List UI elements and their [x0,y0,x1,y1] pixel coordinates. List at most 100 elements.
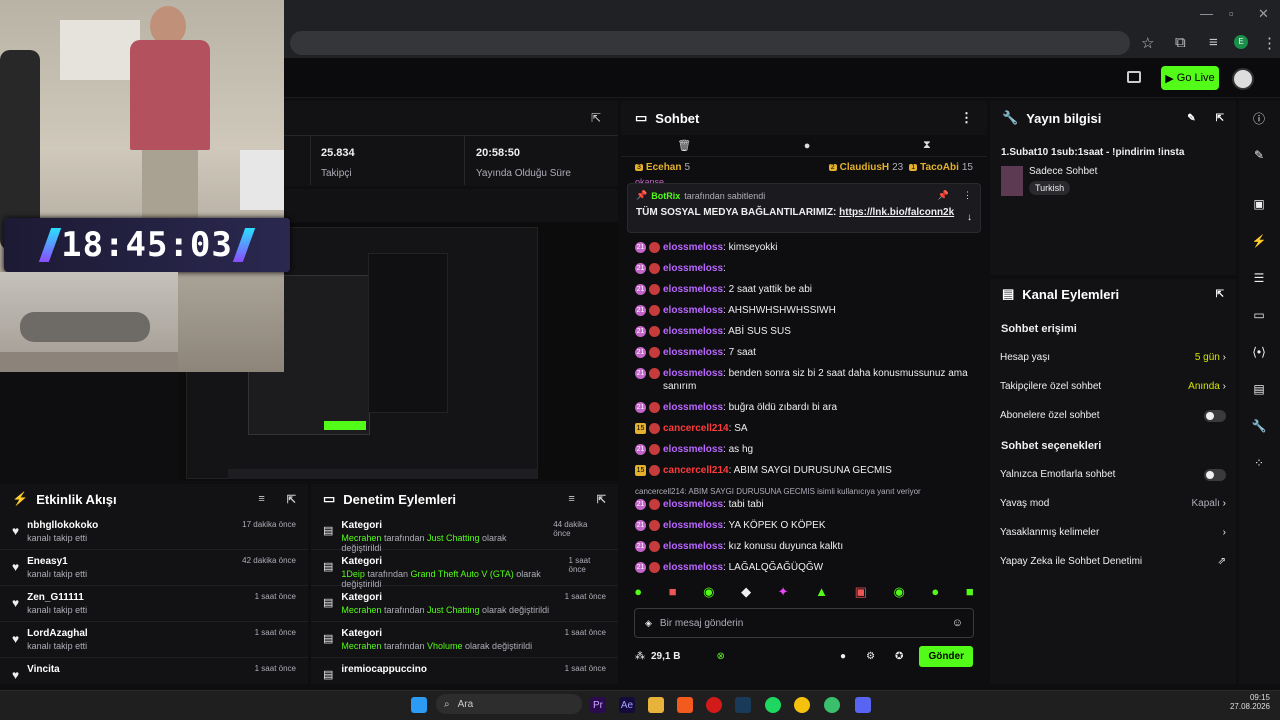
list-item[interactable]: ♥ Zen_G11111 kanalı takip etti 1 saat önce [0,586,308,622]
popout-icon[interactable]: ⇱ [1216,113,1224,124]
emote-only-toggle[interactable] [1204,468,1226,481]
bookmark-star-icon[interactable]: ☆ [1141,34,1154,52]
list-item[interactable]: ♥ LordAzaghal kanalı takip etti 1 saat önce [0,622,308,658]
avatar[interactable] [1232,68,1254,90]
hourglass-icon[interactable]: ⧗ [923,139,931,152]
chat-username[interactable]: elossmeloss [663,499,723,510]
chat-username[interactable]: elossmeloss [663,402,723,413]
chat-username[interactable]: cancercell214 [663,423,729,434]
list-icon[interactable]: ☰ [1249,268,1269,288]
chat-username[interactable]: elossmeloss [663,541,723,552]
media-controls-icon[interactable]: ≡ [1209,34,1218,51]
trash-icon[interactable]: 🗑 [677,139,691,152]
menu-kebab-icon[interactable]: ⋮ [1262,34,1277,52]
chat-input[interactable]: ◈ Bir mesaj gönderin ☺ [634,608,974,638]
chat-username[interactable]: elossmeloss [663,562,723,573]
chat-message[interactable]: 21 elossmeloss: 7 saat [621,346,987,359]
chat-username[interactable]: elossmeloss [663,444,723,455]
gear-icon[interactable]: ⚙ [866,651,875,662]
chat-message[interactable]: 21 elossmeloss: AHSHWHSHWHSSIWH [621,304,987,317]
chat-username[interactable]: elossmeloss [663,326,723,337]
premiere-icon[interactable]: Pr [590,697,606,713]
chat-menu-icon[interactable]: ⋮ [960,110,973,126]
pinned-menu-icon[interactable]: ⋮ [963,190,972,201]
discord-icon[interactable] [855,697,871,713]
chat-message[interactable]: 21 elossmeloss: buğra öldü zıbardı bi ara [621,401,987,414]
go-live-button[interactable]: ▶ Go Live [1161,66,1219,90]
gifter[interactable]: 2 ClaudiusH 23 [828,162,903,173]
unpin-icon[interactable]: 📌 [938,190,949,201]
chat-bubble-icon[interactable]: ● [804,140,811,152]
slow-mode-row[interactable]: Yavaş mod Kapalı › [990,489,1236,518]
close-icon[interactable]: ✕ [1258,6,1269,22]
minimize-icon[interactable]: — [1200,6,1213,21]
list-item[interactable]: ▤ iremiocappuccino 1 saat önce [311,658,618,694]
chat-message[interactable]: 21 elossmeloss: YA KÖPEK O KÖPEK [621,519,987,532]
broadcast-icon[interactable]: ⟨•⟩ [1249,342,1269,362]
popout-icon[interactable]: ⇱ [287,493,296,506]
list-item[interactable]: ▤ Kategori Mecrahen tarafından Vholume ola… [311,622,618,658]
gifter[interactable]: 1 TacoAbi 15 [909,162,973,173]
mod-tool-icon[interactable]: ✪ [895,651,903,662]
chat-icon[interactable]: ▭ [1249,305,1269,325]
ai-moderation-row[interactable]: Yapay Zeka ile Sohbet Denetimi ⇗ [990,547,1236,576]
chat-message[interactable]: 15 cancercell214: ABIM SAYGI DURUSUNA GEC… [621,464,987,477]
chat-message[interactable]: 21 elossmeloss: tabi tabi [621,498,987,511]
windows-start-icon[interactable] [411,697,427,713]
spotify-icon[interactable] [765,697,781,713]
send-button[interactable]: Gönder [919,645,973,667]
wrench-icon[interactable]: 🔧 [1249,416,1269,436]
followers-only-row[interactable]: Takipçilere özel sohbet Anında › [990,372,1236,401]
restore-icon[interactable]: ▫ [1229,6,1234,21]
gifter[interactable]: 3 Ecehan 5 [635,162,690,173]
folder-icon[interactable] [648,697,664,713]
after-effects-icon[interactable]: Ae [619,697,635,713]
chat-message[interactable]: 21 elossmeloss: benden sonra siz bi 2 saa… [621,367,987,393]
pencil-icon[interactable]: ✎ [1249,145,1269,165]
chat-username[interactable]: elossmeloss [663,305,723,316]
chat-message[interactable]: 21 elossmeloss: LAĞALQĞAĞÜQĞW [621,561,987,574]
chrome-profile-icon[interactable] [824,697,840,713]
channel-icon[interactable]: ▤ [1249,379,1269,399]
popout-icon[interactable]: ⇱ [1216,289,1224,300]
address-bar[interactable] [290,31,1130,55]
chat-username[interactable]: elossmeloss [663,347,723,358]
chat-message[interactable]: 15 cancercell214: SA [621,422,987,435]
chrome-icon[interactable] [794,697,810,713]
chat-username[interactable]: elossmeloss [663,284,723,295]
filter-icon[interactable]: ≡ [258,493,264,505]
banned-words-row[interactable]: Yasaklanmış kelimeler › [990,518,1236,547]
pinned-link[interactable]: https://lnk.bio/falconn2k [839,207,954,218]
emote-bar[interactable]: ● ■ ◉ ◆ ✦ ▲ ▣ ◉ ● ■ [621,584,987,600]
apps-icon[interactable]: ⁘ [1249,453,1269,473]
taskbar-search[interactable]: ⌕ Ara [436,694,582,714]
chat-message[interactable]: 21 elossmeloss: kız konusu duyunca kalktı [621,540,987,553]
chat-username[interactable]: cancercell214 [663,465,729,476]
subs-only-toggle[interactable] [1204,409,1226,422]
chat-message[interactable]: 21 elossmeloss: [621,262,987,275]
lightning-icon[interactable]: ⚡ [1249,231,1269,251]
list-item[interactable]: ♥ Vincita 1 saat önce [0,658,308,694]
chat-message[interactable]: 21 elossmeloss: kimseyokki [621,241,987,254]
account-age-row[interactable]: Hesap yaşı 5 gün › [990,343,1236,372]
expand-chevron-icon[interactable]: ↓ [967,212,972,223]
chat-username[interactable]: elossmeloss [663,368,723,379]
popout-icon[interactable]: ⇱ [597,493,606,506]
emoji-icon[interactable]: ☺ [952,617,963,629]
filter-icon[interactable]: ≡ [568,493,574,505]
edit-icon[interactable]: ✎ [1187,113,1195,124]
extensions-icon[interactable]: ⧉ [1175,34,1186,51]
brave-icon[interactable] [677,697,693,713]
chat-settings-icon[interactable]: ● [840,651,846,662]
popout-icon[interactable]: ⇱ [591,111,601,125]
list-item[interactable]: ▤ Kategori Mecrahen tarafından Just Chatti… [311,514,618,553]
list-item[interactable]: ▤ Kategori Mecrahen tarafından Just Chatti… [311,586,618,622]
steam-icon[interactable] [735,697,751,713]
studio-icon[interactable] [1127,71,1141,83]
opera-icon[interactable] [706,697,722,713]
chat-message[interactable]: 21 elossmeloss: 2 saat yattik be abi [621,283,987,296]
chat-message[interactable]: 21 elossmeloss: as hg [621,443,987,456]
video-icon[interactable]: ▣ [1249,194,1269,214]
list-item[interactable]: ♥ nbhgllokokoko kanalı takip etti 17 dakika… [0,514,308,550]
chat-username[interactable]: elossmeloss [663,520,723,531]
